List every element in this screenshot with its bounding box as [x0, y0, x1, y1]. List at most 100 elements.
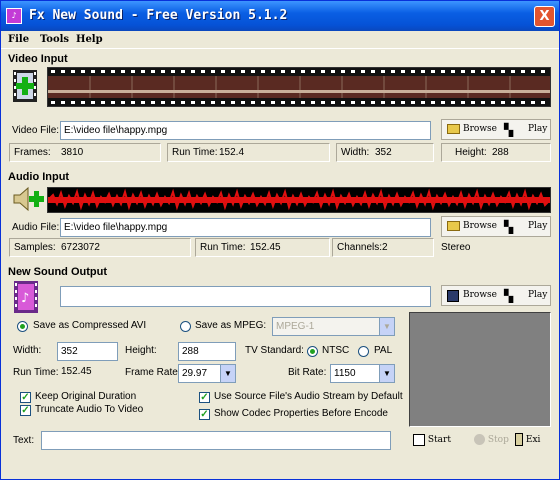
channels-value: 2	[382, 242, 388, 253]
start-label: Start	[427, 435, 451, 445]
output-width-label: Width:	[13, 345, 42, 356]
frames-value: 3810	[61, 147, 84, 158]
output-height-field[interactable]: 288	[178, 342, 236, 361]
video-play-button[interactable]: Play	[528, 120, 547, 139]
samples-box: Samples: 6723072	[9, 238, 191, 257]
video-runtime-label: Run Time:	[172, 147, 218, 158]
stop-icon	[474, 434, 485, 445]
menu-bar: File Tools Help	[1, 31, 559, 49]
video-width-label: Width:	[341, 147, 370, 158]
video-file-label: Video File:	[12, 125, 60, 136]
audio-mode: Stereo	[441, 242, 471, 253]
video-browse-play-buttons: Browse ▚ Play	[441, 119, 551, 140]
frame-rate-value: 29.97	[182, 368, 208, 379]
main-window: ♪ Fx New Sound - Free Version 5.1.2 X Fi…	[0, 0, 560, 480]
video-browse-button[interactable]: Browse	[463, 120, 497, 139]
window-title: Fx New Sound - Free Version 5.1.2	[29, 8, 288, 23]
audio-browse-button[interactable]: Browse	[463, 217, 497, 236]
video-filmstrip	[47, 67, 551, 107]
video-preview-panel	[409, 312, 551, 427]
video-height-box: Height: 288	[441, 143, 551, 162]
keep-original-checkbox[interactable]: ✓	[20, 392, 31, 403]
audio-browse-play-buttons: Browse ▚ Play	[441, 216, 551, 237]
output-height-label: Height:	[125, 345, 157, 356]
tv-standard-label: TV Standard:	[245, 345, 304, 356]
video-runtime-value: 152.4	[219, 147, 245, 158]
audio-play-button[interactable]: Play	[528, 217, 547, 236]
play-projector-icon: ▚	[504, 289, 514, 303]
channels-label: Channels:	[337, 242, 383, 253]
folder-open-icon	[447, 124, 460, 134]
start-icon	[413, 433, 425, 446]
video-section-title: Video Input	[8, 53, 68, 65]
samples-value: 6723072	[61, 242, 100, 253]
pal-label: PAL	[374, 345, 393, 356]
audio-runtime-box: Run Time: 152.45	[195, 238, 330, 257]
output-width-field[interactable]: 352	[57, 342, 118, 361]
video-runtime-box: Run Time: 152.4	[167, 143, 330, 162]
audio-runtime-value: 152.45	[250, 242, 281, 253]
mpeg-format-value: MPEG-1	[276, 321, 315, 332]
audio-file-field[interactable]: E:\video file\happy.mpg	[60, 218, 431, 237]
title-bar[interactable]: ♪ Fx New Sound - Free Version 5.1.2 X	[1, 1, 559, 31]
save-mpeg-label: Save as MPEG:	[195, 320, 267, 331]
speaker-add-icon	[13, 186, 44, 212]
video-file-field[interactable]: E:\video file\happy.mpg	[60, 121, 431, 140]
output-film-music-icon: ♪	[14, 281, 38, 313]
use-source-audio-checkbox[interactable]: ✓	[199, 392, 210, 403]
menu-tools[interactable]: Tools	[40, 34, 69, 45]
output-runtime-value: 152.45	[61, 366, 92, 377]
video-height-value: 288	[492, 147, 509, 158]
stop-button[interactable]: Stop	[474, 431, 509, 449]
bit-rate-value: 1150	[334, 368, 356, 379]
chevron-down-icon: ▼	[379, 318, 394, 335]
output-runtime-label: Run Time:	[13, 367, 59, 378]
video-film-add-icon	[13, 70, 37, 102]
menu-help[interactable]: Help	[76, 34, 103, 45]
output-browse-play-buttons: Browse ▚ Play	[441, 285, 551, 306]
ntsc-radio[interactable]	[307, 346, 318, 357]
bit-rate-select[interactable]: 1150 ▼	[330, 364, 395, 383]
exit-label: Exi	[525, 435, 541, 445]
mpeg-format-select[interactable]: MPEG-1 ▼	[272, 317, 395, 336]
start-button[interactable]: Start	[413, 431, 451, 449]
ntsc-label: NTSC	[322, 345, 350, 356]
pal-radio[interactable]	[358, 346, 369, 357]
stop-label: Stop	[487, 435, 509, 445]
folder-open-icon	[447, 221, 460, 231]
app-icon: ♪	[6, 8, 22, 24]
output-file-field[interactable]	[60, 286, 431, 307]
audio-runtime-label: Run Time:	[200, 242, 246, 253]
frames-label: Frames:	[14, 147, 51, 158]
close-button[interactable]: X	[534, 6, 555, 27]
save-mpeg-radio[interactable]	[180, 321, 191, 332]
show-codec-checkbox[interactable]: ✓	[199, 409, 210, 420]
exit-door-icon	[515, 433, 523, 446]
video-height-label: Height:	[455, 147, 487, 158]
keep-original-label: Keep Original Duration	[35, 391, 137, 402]
save-disk-icon	[447, 290, 459, 302]
chevron-down-icon: ▼	[379, 365, 394, 382]
audio-file-label: Audio File:	[12, 222, 60, 233]
video-width-box: Width: 352	[336, 143, 434, 162]
play-projector-icon: ▚	[504, 123, 514, 137]
use-source-audio-label: Use Source File's Audio Stream by Defaul…	[214, 391, 403, 402]
output-play-button[interactable]: Play	[528, 286, 547, 305]
exit-button[interactable]: Exi	[515, 431, 540, 449]
bit-rate-label: Bit Rate:	[288, 367, 327, 378]
save-avi-radio[interactable]	[17, 321, 28, 332]
truncate-audio-checkbox[interactable]: ✓	[20, 405, 31, 416]
output-section-title: New Sound Output	[8, 266, 107, 278]
audio-waveform	[47, 187, 551, 213]
play-projector-icon: ▚	[504, 220, 514, 234]
text-field[interactable]	[41, 431, 391, 450]
frame-rate-select[interactable]: 29.97 ▼	[178, 364, 236, 383]
svg-text:♪: ♪	[21, 291, 29, 306]
video-width-value: 352	[375, 147, 392, 158]
samples-label: Samples:	[14, 242, 56, 253]
menu-file[interactable]: File	[8, 34, 29, 45]
save-avi-label: Save as Compressed AVI	[33, 320, 147, 331]
channels-box: Channels: 2	[332, 238, 434, 257]
audio-section-title: Audio Input	[8, 171, 70, 183]
output-browse-button[interactable]: Browse	[463, 286, 497, 305]
